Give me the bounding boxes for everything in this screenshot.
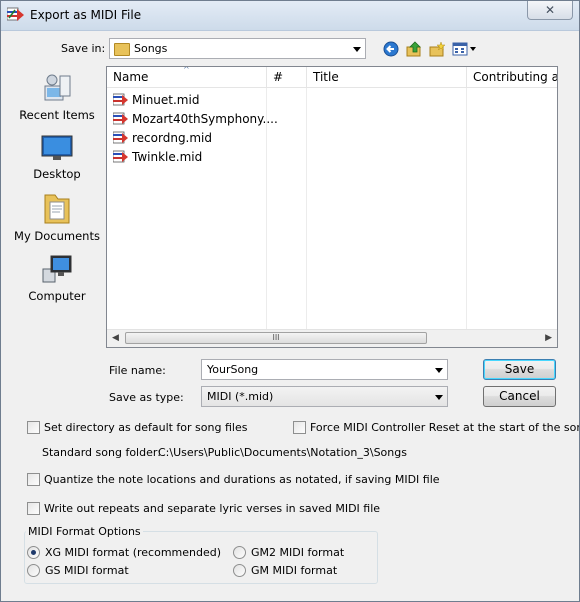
save-as-type-label: Save as type: — [109, 391, 184, 404]
window-title: Export as MIDI File — [30, 8, 142, 22]
gm2-midi-radio[interactable]: GM2 MIDI format — [233, 544, 344, 560]
cancel-button[interactable]: Cancel — [483, 386, 556, 407]
place-my-documents[interactable]: My Documents — [10, 191, 104, 243]
file-name: recordng.mid — [132, 131, 213, 145]
chevron-down-icon — [435, 368, 443, 373]
up-folder-button[interactable] — [405, 40, 423, 58]
standard-folder-path: C:\Users\Public\Documents\Notation_3\Son… — [158, 446, 407, 459]
column-header-name[interactable]: Name ^ — [107, 67, 267, 88]
radio-button — [27, 563, 40, 577]
back-arrow-icon — [383, 41, 399, 57]
place-computer[interactable]: Computer — [10, 253, 104, 303]
new-folder-button[interactable] — [428, 40, 446, 58]
save-in-label: Save in: — [61, 42, 106, 55]
checkbox-label: Set directory as default for song files — [44, 420, 248, 434]
radio-label: GS MIDI format — [45, 563, 129, 577]
back-button[interactable] — [382, 40, 400, 58]
new-folder-icon — [429, 40, 446, 56]
force-reset-checkbox[interactable]: Force MIDI Controller Reset at the start… — [293, 419, 580, 435]
checkbox-label: Quantize the note locations and duration… — [44, 472, 440, 486]
save-in-value: Songs — [134, 42, 168, 55]
app-icon — [6, 7, 25, 23]
close-button[interactable]: ✕ — [527, 1, 573, 20]
scroll-right-icon[interactable]: ▶ — [545, 333, 552, 343]
place-label: My Documents — [14, 229, 100, 243]
file-item[interactable]: Twinkle.mid — [113, 148, 202, 166]
chevron-down-icon — [435, 395, 443, 400]
midi-file-icon — [113, 150, 128, 163]
file-name: Minuet.mid — [132, 93, 200, 107]
views-menu-button[interactable] — [452, 40, 478, 58]
column-header-number[interactable]: # — [267, 67, 307, 88]
place-label: Recent Items — [19, 108, 95, 122]
standard-folder-label: Standard song folder: — [42, 446, 161, 459]
file-list[interactable]: Name ^ # Title Contributing art Minuet.m… — [106, 66, 558, 348]
radio-button — [233, 545, 246, 559]
save-as-type-value: MIDI (*.mid) — [207, 390, 274, 403]
scroll-grip: III — [272, 333, 280, 342]
midi-file-icon — [113, 131, 128, 144]
file-name: Twinkle.mid — [132, 150, 203, 164]
gm-midi-radio[interactable]: GM MIDI format — [233, 562, 337, 578]
place-label: Computer — [28, 289, 86, 303]
file-item[interactable]: Minuet.mid — [113, 91, 199, 109]
column-divider — [466, 88, 467, 331]
scroll-left-icon[interactable]: ◀ — [112, 333, 119, 343]
column-header-title[interactable]: Title — [307, 67, 467, 88]
checkbox-box — [27, 472, 40, 486]
scroll-thumb[interactable]: III — [125, 332, 427, 344]
computer-icon — [41, 253, 73, 285]
xg-midi-radio[interactable]: XG MIDI format (recommended) — [27, 544, 221, 560]
column-divider — [306, 88, 307, 331]
midi-format-group-title: MIDI Format Options — [26, 525, 143, 538]
save-in-dropdown[interactable]: Songs — [109, 38, 366, 59]
radio-label: XG MIDI format (recommended) — [45, 545, 222, 559]
radio-button-selected — [27, 545, 40, 559]
place-recent-items[interactable]: Recent Items — [10, 72, 104, 122]
sort-up-icon: ^ — [183, 66, 190, 74]
radio-label: GM2 MIDI format — [251, 545, 345, 559]
desktop-icon — [41, 133, 73, 163]
file-item[interactable]: Mozart40thSymphony.... — [113, 110, 278, 128]
documents-icon — [41, 191, 73, 225]
set-default-dir-checkbox[interactable]: Set directory as default for song files — [27, 419, 247, 435]
column-label: # — [273, 70, 284, 84]
write-repeats-checkbox[interactable]: Write out repeats and separate lyric ver… — [27, 500, 380, 516]
chevron-down-icon — [353, 47, 361, 52]
checkbox-label: Write out repeats and separate lyric ver… — [44, 501, 381, 515]
column-label: Contributing art — [473, 70, 557, 84]
checkbox-label: Force MIDI Controller Reset at the start… — [310, 420, 580, 434]
checkbox-box — [293, 420, 306, 434]
place-desktop[interactable]: Desktop — [10, 133, 104, 181]
midi-file-icon — [113, 93, 128, 106]
file-name: Mozart40thSymphony.... — [132, 112, 278, 126]
file-name-label: File name: — [109, 364, 166, 377]
radio-button — [233, 563, 246, 577]
column-header-contributing-artists[interactable]: Contributing art — [467, 67, 557, 88]
file-name-combo[interactable]: YourSong — [201, 359, 448, 380]
save-as-type-dropdown[interactable]: MIDI (*.mid) — [201, 386, 448, 407]
file-item[interactable]: recordng.mid — [113, 129, 212, 147]
quantize-checkbox[interactable]: Quantize the note locations and duration… — [27, 471, 440, 487]
file-name-value: YourSong — [207, 363, 259, 376]
up-folder-icon — [406, 40, 421, 56]
save-button[interactable]: Save — [483, 359, 556, 380]
checkbox-box — [27, 501, 40, 515]
gs-midi-radio[interactable]: GS MIDI format — [27, 562, 129, 578]
close-icon: ✕ — [544, 3, 556, 17]
midi-file-icon — [113, 112, 128, 125]
horizontal-scrollbar[interactable]: ◀ III ▶ — [107, 329, 557, 347]
column-label: Title — [313, 70, 339, 84]
folder-icon — [114, 43, 130, 56]
column-label: Name — [113, 70, 149, 84]
views-menu-icon — [452, 42, 476, 56]
radio-label: GM MIDI format — [251, 563, 338, 577]
recent-items-icon — [41, 72, 73, 104]
checkbox-box — [27, 420, 40, 434]
place-label: Desktop — [33, 167, 81, 181]
